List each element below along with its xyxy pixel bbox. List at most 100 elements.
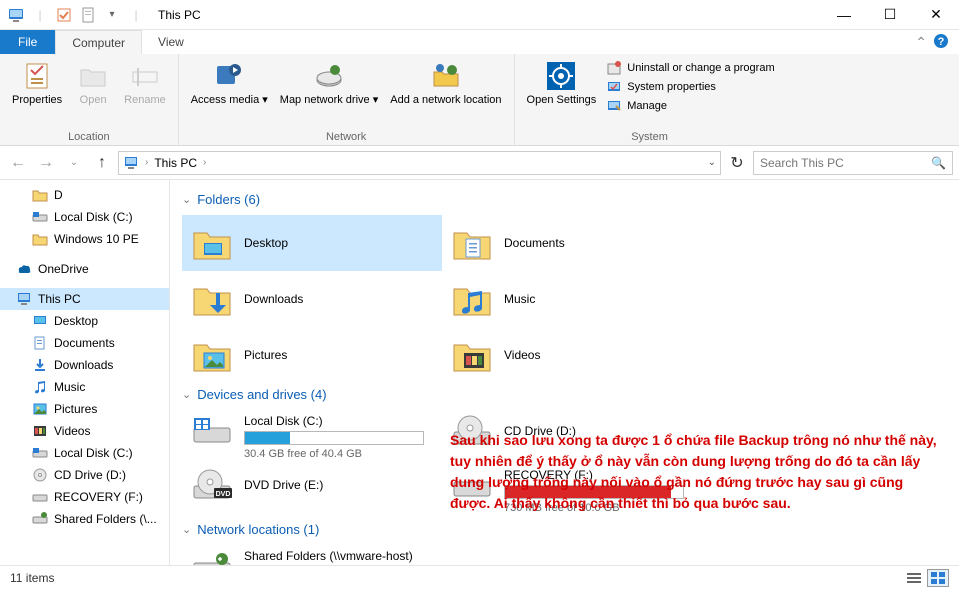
manage-icon [606,98,622,114]
back-button[interactable]: ← [6,151,30,175]
system-properties-icon [606,79,622,95]
tree-item-recovery-f[interactable]: RECOVERY (F:) [0,486,169,508]
tree-item-d[interactable]: D [0,184,169,206]
map-drive-button[interactable]: Map network drive ▾ [274,58,384,108]
breadcrumb-sep[interactable]: › [203,157,206,168]
tree-item-win10pe[interactable]: Windows 10 PE [0,228,169,250]
folder-icon [32,187,48,203]
tree-item-downloads[interactable]: Downloads [0,354,169,376]
system-properties-button[interactable]: System properties [606,79,774,95]
status-bar: 11 items [0,565,959,589]
drive-icon [32,489,48,505]
dvd-drive-icon: DVD [190,468,234,504]
ribbon: Properties Open Rename Location [0,54,959,146]
music-icon [32,379,48,395]
documents-folder-icon [450,221,494,265]
tree-item-desktop[interactable]: Desktop [0,310,169,332]
properties-button[interactable]: Properties [6,58,68,108]
manage-button[interactable]: Manage [606,98,774,114]
cd-icon [32,467,48,483]
breadcrumb-thispc[interactable]: This PC [154,156,197,170]
qat-dropdown-icon[interactable]: ▾ [102,5,122,25]
item-count: 11 items [10,571,54,585]
search-box[interactable]: 🔍 [753,151,953,175]
details-view-button[interactable] [903,569,925,587]
open-settings-label: Open Settings [527,94,597,106]
tree-item-local-c[interactable]: Local Disk (C:) [0,206,169,228]
navigation-tree[interactable]: D Local Disk (C:) Windows 10 PE OneDrive… [0,180,170,565]
add-network-location-icon [430,60,462,92]
add-network-location-button[interactable]: Add a network location [384,58,507,108]
chevron-down-icon: ⌄ [182,388,191,401]
address-bar[interactable]: › This PC › ⌄ [118,151,721,175]
folder-desktop[interactable]: Desktop [182,215,442,271]
refresh-button[interactable]: ↻ [725,151,749,175]
tree-item-local-c2[interactable]: Local Disk (C:) [0,442,169,464]
up-button[interactable]: ↑ [90,151,114,175]
folder-downloads[interactable]: Downloads [182,271,442,327]
rename-button[interactable]: Rename [118,58,172,108]
tree-item-thispc[interactable]: This PC [0,288,169,310]
section-devices[interactable]: ⌄ Devices and drives (4) [182,387,947,402]
qat-separator: | [126,5,146,25]
tab-view[interactable]: View [142,30,200,54]
system-group-label: System [515,131,785,145]
recent-locations-button[interactable]: ⌄ [62,151,86,175]
close-button[interactable]: ✕ [913,0,959,30]
search-icon[interactable]: 🔍 [931,156,946,170]
folder-documents[interactable]: Documents [442,215,702,271]
downloads-icon [32,357,48,373]
forward-button[interactable]: → [34,151,58,175]
tree-item-pictures[interactable]: Pictures [0,398,169,420]
access-media-button[interactable]: Access media ▾ [185,58,274,108]
tree-item-cd-d[interactable]: CD Drive (D:) [0,464,169,486]
tree-item-shared[interactable]: Shared Folders (\... [0,508,169,530]
downloads-folder-icon [190,277,234,321]
quick-access-toolbar: | ▾ | This PC [0,5,201,25]
access-media-label: Access media ▾ [191,94,268,106]
ribbon-group-location: Properties Open Rename Location [0,54,179,145]
tree-item-music[interactable]: Music [0,376,169,398]
open-button[interactable]: Open [68,58,118,108]
tab-file[interactable]: File [0,30,55,54]
properties-label: Properties [12,94,62,106]
pictures-folder-icon [190,333,234,377]
uninstall-program-button[interactable]: Uninstall or change a program [606,60,774,76]
folder-icon [32,231,48,247]
collapse-ribbon-icon[interactable]: ⌃ [915,34,927,51]
tree-item-videos[interactable]: Videos [0,420,169,442]
search-input[interactable] [760,156,931,170]
minimize-button[interactable]: — [821,0,867,30]
open-settings-button[interactable]: Open Settings [521,58,603,108]
window-title: This PC [158,8,201,22]
drive-local-c[interactable]: Local Disk (C:) 30.4 GB free of 40.4 GB [182,410,442,464]
document-icon[interactable] [78,5,98,25]
titlebar: | ▾ | This PC — ☐ ✕ [0,0,959,30]
help-icon[interactable]: ? [933,33,949,52]
content-pane[interactable]: ⌄ Folders (6) Desktop Documents Download… [170,180,959,565]
address-dropdown-icon[interactable]: ⌄ [708,157,716,168]
drive-dvd-e[interactable]: DVD DVD Drive (E:) [182,464,442,518]
network-drive-icon [32,511,48,527]
drive-shared-z[interactable]: Shared Folders (\\vmware-host) (Z:) [182,545,442,565]
videos-icon [32,423,48,439]
manage-label: Manage [627,100,667,112]
checkbox-icon[interactable] [54,5,74,25]
section-folders[interactable]: ⌄ Folders (6) [182,192,947,207]
tree-item-onedrive[interactable]: OneDrive [0,258,169,280]
network-drive-icon [190,549,234,565]
breadcrumb-sep[interactable]: › [145,157,148,168]
main-area: D Local Disk (C:) Windows 10 PE OneDrive… [0,180,959,565]
tree-item-documents[interactable]: Documents [0,332,169,354]
tab-computer[interactable]: Computer [55,30,142,54]
folder-music[interactable]: Music [442,271,702,327]
folder-videos[interactable]: Videos [442,327,702,383]
maximize-button[interactable]: ☐ [867,0,913,30]
tiles-view-button[interactable] [927,569,949,587]
section-network[interactable]: ⌄ Network locations (1) [182,522,947,537]
drive-icon [32,445,48,461]
folder-pictures[interactable]: Pictures [182,327,442,383]
drive-icon [32,209,48,225]
add-network-location-label: Add a network location [390,94,501,106]
onedrive-icon [16,261,32,277]
